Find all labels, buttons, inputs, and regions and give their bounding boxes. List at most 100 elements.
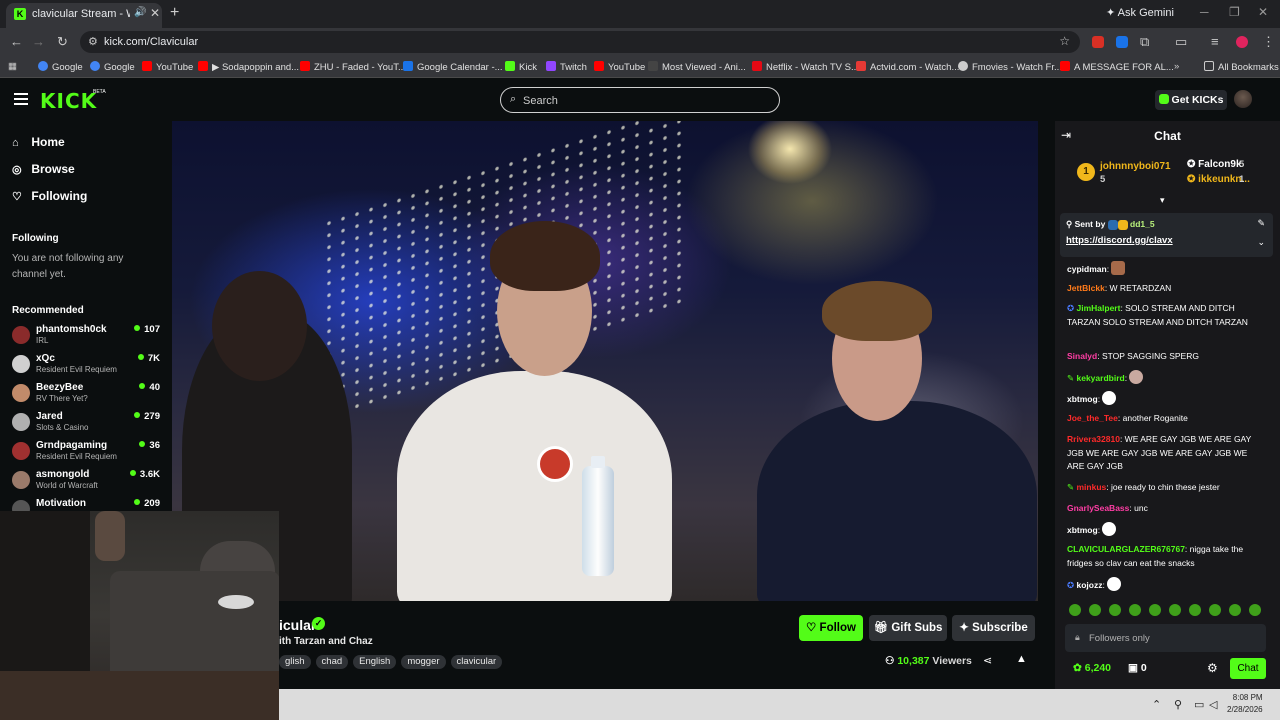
more-bookmarks-icon[interactable]: » bbox=[1174, 61, 1179, 72]
stream-tag[interactable]: English bbox=[353, 655, 397, 669]
close-window-icon[interactable]: ✕ bbox=[1258, 5, 1268, 19]
bookmark-item[interactable]: Google bbox=[90, 61, 135, 73]
chat-username[interactable]: CLAVICULARGLAZER676767 bbox=[1067, 544, 1185, 554]
chat-username[interactable]: Sinalyd bbox=[1067, 351, 1097, 361]
extension-icon[interactable] bbox=[1092, 36, 1104, 48]
chevron-down-icon[interactable]: ⌄ bbox=[1257, 237, 1265, 248]
cast-icon[interactable]: ▭ bbox=[1175, 34, 1187, 50]
bookmark-item[interactable]: YouTube bbox=[594, 61, 645, 73]
stream-tag[interactable]: chad bbox=[315, 655, 349, 669]
profile-icon[interactable] bbox=[1236, 36, 1248, 48]
recommended-channel[interactable]: phantomsh0ck IRL 107 bbox=[12, 324, 160, 350]
emote-icon[interactable] bbox=[1229, 604, 1241, 616]
get-kicks-button[interactable]: Get KICKs bbox=[1155, 90, 1227, 110]
leaderboard-name[interactable]: johnnnyboi071 bbox=[1100, 161, 1171, 172]
maximize-icon[interactable]: ❐ bbox=[1229, 5, 1240, 19]
bookmark-item[interactable]: Twitch bbox=[546, 61, 587, 73]
chat-username[interactable]: kekyardbird bbox=[1077, 373, 1125, 383]
collapse-chat-icon[interactable]: ⇥ bbox=[1061, 128, 1071, 142]
bookmark-item[interactable]: YouTube bbox=[142, 61, 193, 73]
leaderboard-name[interactable]: ✪ Falcon9k bbox=[1187, 159, 1242, 170]
extension-icon[interactable] bbox=[1116, 36, 1128, 48]
media-controls-icon[interactable]: ≡ bbox=[1211, 34, 1219, 49]
gear-icon[interactable]: ⚙ bbox=[1207, 661, 1218, 675]
bookmark-item[interactable]: Most Viewed - Ani... bbox=[648, 61, 746, 73]
emote-icon[interactable] bbox=[1089, 604, 1101, 616]
chat-send-button[interactable]: Chat bbox=[1230, 658, 1266, 679]
chat-username[interactable]: JettBlckk bbox=[1067, 283, 1105, 293]
bookmark-item[interactable]: Kick bbox=[505, 61, 537, 73]
pinned-message[interactable]: ⚲ Sent by dd1_5 https://discord.gg/clavx… bbox=[1060, 213, 1273, 257]
emote-icon[interactable] bbox=[1169, 604, 1181, 616]
site-info-icon[interactable]: ⚙ bbox=[88, 35, 98, 48]
chat-username[interactable]: Rrivera32810 bbox=[1067, 434, 1120, 444]
recommended-channel[interactable]: asmongold World of Warcraft 3.6K bbox=[12, 469, 160, 495]
pinned-link[interactable]: https://discord.gg/clavx bbox=[1066, 235, 1173, 246]
recommended-channel[interactable]: BeezyBee RV There Yet? 40 bbox=[12, 382, 160, 408]
stream-tag[interactable]: clavicular bbox=[450, 655, 503, 669]
close-tab-icon[interactable]: ✕ bbox=[150, 6, 160, 20]
recommended-channel[interactable]: xQc Resident Evil Requiem 7K bbox=[12, 353, 160, 379]
bookmark-item[interactable]: Actvid.com - Watch... bbox=[856, 61, 959, 73]
bookmark-item[interactable]: Fmovies - Watch Fr... bbox=[958, 61, 1062, 73]
system-clock[interactable]: 8:08 PM 2/28/2026 bbox=[1227, 692, 1263, 716]
gift-subs-button[interactable]: 🎁︎ Gift Subs bbox=[869, 615, 947, 641]
speaker-icon[interactable]: 🔊 bbox=[134, 7, 146, 18]
bookmark-item[interactable]: A MESSAGE FOR AL... bbox=[1060, 61, 1174, 73]
bookmark-item[interactable]: Google bbox=[38, 61, 83, 73]
video-player[interactable] bbox=[172, 121, 1038, 601]
kebab-menu-icon[interactable]: ⋮ bbox=[1262, 34, 1275, 50]
kicks-points[interactable]: ✿ 6,240 bbox=[1073, 662, 1111, 674]
chat-username[interactable]: Joe_the_Tee bbox=[1067, 413, 1118, 423]
ask-gemini-button[interactable]: ✦ Ask Gemini bbox=[1106, 6, 1174, 19]
tray-overflow-icon[interactable]: ⌃ bbox=[1152, 698, 1161, 711]
chat-input-box[interactable]: 🔒︎ bbox=[1065, 624, 1266, 652]
emote-icon[interactable] bbox=[1249, 604, 1261, 616]
follow-button[interactable]: ♡ Follow bbox=[799, 615, 863, 641]
chat-input[interactable] bbox=[1089, 630, 1254, 646]
emote-icon[interactable] bbox=[1069, 604, 1081, 616]
back-icon[interactable]: ← bbox=[10, 34, 23, 49]
chat-username[interactable]: GnarlySeaBass bbox=[1067, 503, 1129, 513]
bookmark-item[interactable]: Google Calendar -... bbox=[403, 61, 503, 73]
omnibox[interactable]: ⚙ kick.com/Clavicular ☆ bbox=[80, 31, 1080, 53]
emote-icon[interactable] bbox=[1189, 604, 1201, 616]
reload-icon[interactable]: ↻ bbox=[57, 34, 68, 50]
browser-tab[interactable]: K clavicular Stream - Watch Li 🔊 ✕ bbox=[6, 3, 162, 28]
extensions-puzzle-icon[interactable]: ⧉ bbox=[1140, 34, 1149, 50]
subscribe-button[interactable]: ✦ Subscribe bbox=[952, 615, 1035, 641]
volume-icon[interactable]: ◁ bbox=[1209, 698, 1217, 711]
stream-tag[interactable]: mogger bbox=[401, 655, 446, 669]
microphone-icon[interactable]: ⚲ bbox=[1174, 698, 1182, 711]
emote-icon[interactable] bbox=[1149, 604, 1161, 616]
gift-counter[interactable]: ▣ 0 bbox=[1128, 662, 1147, 674]
forward-icon[interactable]: → bbox=[32, 34, 45, 49]
chat-username[interactable]: kojozz bbox=[1077, 580, 1103, 590]
bookmark-item[interactable]: Netflix - Watch TV S... bbox=[752, 61, 859, 73]
chat-username[interactable]: xbtmog bbox=[1067, 394, 1098, 404]
sidebar-item-following[interactable]: ♡ Following bbox=[12, 189, 87, 209]
stream-tag[interactable]: glish bbox=[279, 655, 311, 669]
kick-logo[interactable]: KICK bbox=[40, 89, 97, 113]
bookmark-item[interactable]: ▶ Sodapoppin and... bbox=[198, 61, 299, 73]
chat-username[interactable]: minkus bbox=[1077, 482, 1107, 492]
apps-grid-icon[interactable]: ▦ bbox=[8, 61, 17, 72]
report-icon[interactable]: ▲ bbox=[1016, 653, 1027, 665]
chat-username[interactable]: cypidman bbox=[1067, 264, 1107, 274]
minimize-icon[interactable]: ─ bbox=[1200, 5, 1209, 19]
sidebar-item-home[interactable]: ⌂ Home bbox=[12, 135, 65, 155]
emote-icon[interactable] bbox=[1109, 604, 1121, 616]
user-avatar[interactable] bbox=[1234, 90, 1252, 108]
network-icon[interactable]: ▭ bbox=[1194, 698, 1204, 711]
recommended-channel[interactable]: Grndpagaming Resident Evil Requiem 36 bbox=[12, 440, 160, 466]
hamburger-menu-icon[interactable] bbox=[14, 93, 28, 105]
recommended-channel[interactable]: Jared Slots & Casino 279 bbox=[12, 411, 160, 437]
search-input[interactable] bbox=[523, 92, 763, 109]
unpin-icon[interactable]: ✎ bbox=[1257, 218, 1265, 229]
bookmark-item[interactable]: ZHU - Faded - YouT... bbox=[300, 61, 406, 73]
emote-icon[interactable] bbox=[1129, 604, 1141, 616]
emote-icon[interactable] bbox=[1209, 604, 1221, 616]
all-bookmarks-button[interactable]: All Bookmarks bbox=[1204, 61, 1279, 73]
chat-username[interactable]: JimHalpert bbox=[1077, 303, 1121, 313]
streamer-name[interactable]: icular bbox=[279, 617, 316, 633]
